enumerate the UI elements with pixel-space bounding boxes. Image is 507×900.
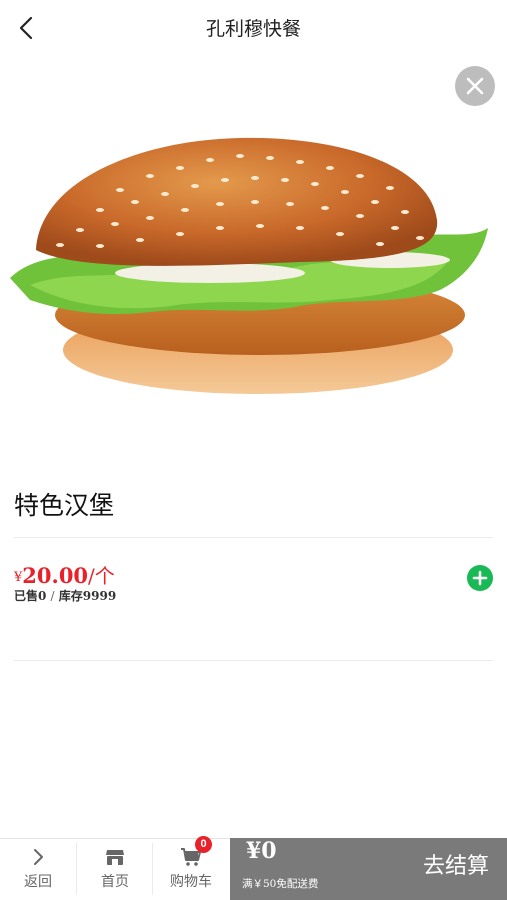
stock-separator: / xyxy=(50,589,55,603)
product-price: ¥20.00/个 xyxy=(14,560,115,589)
close-button[interactable] xyxy=(455,66,495,106)
top-bar: 孔利穆快餐 xyxy=(0,0,507,56)
checkout-panel: ¥0 满￥50免配送费 去结算 xyxy=(230,838,507,900)
sold-count: 已售0 xyxy=(14,589,47,603)
tab-back-label: 返回 xyxy=(24,874,52,890)
price-unit: /个 xyxy=(88,564,115,588)
delivery-note: 满￥50免配送费 xyxy=(242,878,319,890)
checkout-button[interactable]: 去结算 xyxy=(423,848,489,880)
cart-count-badge: 0 xyxy=(195,836,212,853)
chevron-right-icon xyxy=(34,849,43,865)
add-to-cart-button[interactable] xyxy=(467,565,493,591)
tab-cart[interactable]: 购物车 xyxy=(153,839,229,900)
tab-back[interactable]: 返回 xyxy=(0,839,76,900)
stock-info: 已售0 / 库存9999 xyxy=(14,587,116,604)
plus-icon xyxy=(472,570,488,586)
cart-total: ¥0 xyxy=(246,838,277,864)
store-icon xyxy=(106,850,124,865)
product-image xyxy=(10,137,488,394)
tab-home-label: 首页 xyxy=(101,874,129,890)
divider xyxy=(14,537,493,538)
product-name: 特色汉堡 xyxy=(14,491,115,520)
price-amount: 20.00 xyxy=(22,563,89,588)
tab-home[interactable]: 首页 xyxy=(77,839,153,900)
tab-cart-label: 购物车 xyxy=(170,874,212,890)
divider xyxy=(14,660,493,661)
stock-count: 库存9999 xyxy=(58,589,117,603)
close-icon xyxy=(466,77,484,95)
page-title: 孔利穆快餐 xyxy=(205,18,301,40)
